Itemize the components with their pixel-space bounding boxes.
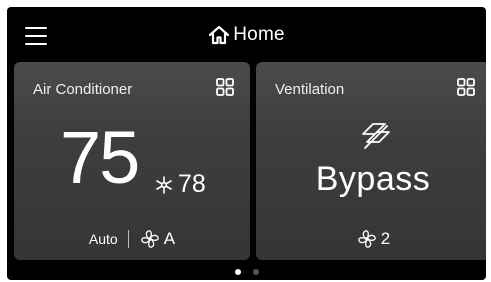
fan-speed: A — [163, 229, 176, 248]
page-title-group: Home — [7, 23, 486, 47]
card-label: Ventilation — [275, 81, 345, 98]
home-icon — [209, 25, 230, 45]
fan-speed: 2 — [380, 229, 391, 248]
page-indicator — [7, 269, 486, 275]
ventilation-status-bar: 2 — [256, 228, 486, 250]
top-bar: Home — [7, 7, 486, 61]
page-dot-2[interactable] — [252, 269, 259, 275]
thermostat-screen: Home Air Conditioner 75 78 Auto A Ventil… — [7, 7, 486, 280]
grid-icon[interactable] — [216, 78, 234, 96]
ventilation-card[interactable]: Ventilation Bypass 2 — [256, 62, 486, 260]
page-dot-1[interactable] — [234, 269, 241, 275]
card-label: Air Conditioner — [33, 81, 133, 98]
fan-icon — [140, 230, 159, 248]
snowflake-icon — [156, 175, 172, 194]
divider — [127, 230, 129, 248]
page-title: Home — [233, 24, 285, 45]
setpoint-display[interactable]: 78 — [154, 170, 206, 199]
current-temperature: 75 — [60, 116, 140, 199]
ac-status-bar: Auto A — [14, 228, 250, 250]
mode-label: Auto — [88, 231, 118, 247]
bypass-icon — [362, 123, 390, 149]
grid-icon[interactable] — [457, 78, 475, 96]
ventilation-status: Bypass — [315, 160, 431, 198]
setpoint-temperature: 78 — [178, 170, 206, 198]
fan-icon — [357, 230, 376, 248]
air-conditioner-card[interactable]: Air Conditioner 75 78 Auto A — [14, 62, 250, 260]
